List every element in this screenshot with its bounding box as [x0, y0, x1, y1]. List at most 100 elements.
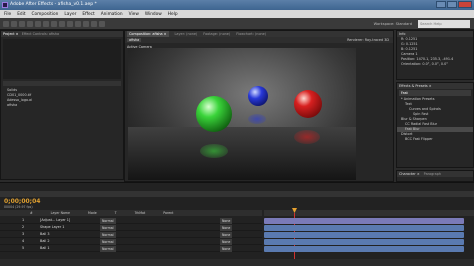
text-tool-icon[interactable] [67, 21, 73, 27]
tab-effects-presets[interactable]: Effects & Presets × [397, 83, 473, 89]
effects-search-input[interactable]: Fast [399, 90, 471, 96]
layer-mode-select[interactable]: Normal [100, 224, 116, 231]
blue-glass-ball [248, 86, 268, 106]
comp-name-tab[interactable]: afisha [127, 38, 142, 42]
layer-duration-bar[interactable] [264, 238, 464, 245]
col-header-t: T [114, 211, 117, 215]
floor-surface [128, 127, 356, 180]
tab-character[interactable]: Character × [399, 171, 420, 177]
project-search-input[interactable] [3, 81, 121, 86]
green-glass-ball [196, 96, 232, 132]
camera-tool-icon[interactable] [35, 21, 41, 27]
layer-number: 5 [22, 246, 25, 250]
project-tabs: Project × Effect Controls: afisha [1, 31, 123, 37]
character-panel: Character × Paragraph [396, 170, 474, 182]
timeline-frame-count: 00004 (29.97 fps) [4, 205, 33, 209]
search-help-input[interactable]: Search Help [418, 20, 470, 28]
eraser-tool-icon[interactable] [91, 21, 97, 27]
col-header-mode: Mode [87, 211, 97, 215]
window-title: Adobe After Effects - afisha_v0.1.aep * [10, 2, 97, 7]
effects-presets-panel: Effects & Presets × Fast * Animation Pre… [396, 82, 474, 168]
clone-stamp-tool-icon[interactable] [83, 21, 89, 27]
col-header-trkmat: TrkMat [134, 211, 146, 215]
layer-duration-bar[interactable] [264, 217, 464, 224]
puppet-tool-icon[interactable] [99, 21, 105, 27]
red-reflection [294, 130, 320, 144]
minimize-button[interactable] [436, 1, 446, 8]
maximize-button[interactable] [447, 1, 457, 8]
brush-tool-icon[interactable] [75, 21, 81, 27]
menu-view[interactable]: View [129, 12, 139, 17]
project-item-composition[interactable]: afisha [1, 103, 123, 108]
layer-parent-select[interactable]: None [220, 231, 233, 238]
close-button[interactable] [458, 1, 472, 8]
menu-layer[interactable]: Layer [64, 12, 76, 17]
menu-composition[interactable]: Composition [32, 12, 59, 17]
effects-item[interactable]: BCC Fast Flipper [397, 137, 473, 142]
layer-mode-select[interactable]: Normal [100, 245, 116, 252]
layer-name[interactable]: Ball 2 [40, 238, 50, 245]
layer-number: 2 [22, 225, 25, 229]
timeline-footer [0, 259, 474, 266]
layer-name[interactable]: Shape Layer 1 [40, 224, 64, 231]
layer-parent-select[interactable]: None [220, 245, 233, 252]
timeline-panel: 0;00;00;04 00004 (29.97 fps) # Layer Nam… [0, 182, 474, 266]
info-orientation: Orientation: 0.0°, 0.0°, 0.0° [401, 62, 448, 66]
renderer-control[interactable]: Renderer: Ray-traced 3D [347, 37, 389, 43]
timeline-timecode[interactable]: 0;00;00;04 [4, 198, 40, 205]
layer-number: 3 [22, 232, 25, 236]
zoom-tool-icon[interactable] [19, 21, 25, 27]
pan-behind-tool-icon[interactable] [43, 21, 49, 27]
hand-tool-icon[interactable] [11, 21, 17, 27]
layer-parent-select[interactable]: None [220, 224, 233, 231]
workspace-select[interactable]: Standard [396, 22, 412, 26]
timeline-layer-row[interactable]: 1 [Adjust... Layer 1] Normal None [0, 217, 262, 224]
timeline-layer-row[interactable]: 4 Ball 2 Normal None [0, 238, 262, 245]
col-header-number: # [30, 211, 33, 215]
menu-help[interactable]: Help [168, 12, 178, 17]
layer-duration-bar[interactable] [264, 245, 464, 252]
pen-tool-icon[interactable] [59, 21, 65, 27]
blue-reflection [248, 114, 266, 124]
character-tabs: Character × Paragraph [397, 171, 473, 177]
layer-number: 4 [22, 239, 25, 243]
tab-effect-controls[interactable]: Effect Controls: afisha [22, 32, 59, 36]
col-header-layer-name[interactable]: Layer Name [51, 210, 70, 216]
window-title-bar: Adobe After Effects - afisha_v0.1.aep * [0, 0, 474, 10]
mask-tool-icon[interactable] [51, 21, 57, 27]
layer-mode-select[interactable]: Normal [100, 217, 116, 224]
layer-duration-bar[interactable] [264, 224, 464, 231]
tools-panel: Workspace: Standard Search Help [0, 18, 474, 30]
timeline-layer-row[interactable]: 3 Ball 3 Normal None [0, 231, 262, 238]
renderer-value[interactable]: Ray-traced 3D [365, 38, 389, 42]
tab-project[interactable]: Project × [3, 32, 19, 36]
rotate-tool-icon[interactable] [27, 21, 33, 27]
selection-tool-icon[interactable] [3, 21, 9, 27]
project-panel: Project × Effect Controls: afisha Solids… [0, 30, 124, 180]
timeline-layer-row[interactable]: 2 Shape Layer 1 Normal None [0, 224, 262, 231]
menu-edit[interactable]: Edit [17, 12, 25, 17]
menu-file[interactable]: File [4, 12, 11, 17]
layer-name[interactable]: [Adjust... Layer 1] [40, 217, 70, 224]
layer-parent-select[interactable]: None [220, 238, 233, 245]
layer-parent-select[interactable]: None [220, 217, 233, 224]
layer-mode-select[interactable]: Normal [100, 231, 116, 238]
red-glass-ball [294, 90, 322, 118]
layer-mode-select[interactable]: Normal [100, 238, 116, 245]
workspace-label: Workspace: Standard [374, 20, 412, 28]
layer-name[interactable]: Ball 3 [40, 231, 50, 238]
layer-name[interactable]: Ball 1 [40, 245, 50, 252]
menu-animation[interactable]: Animation [101, 12, 123, 17]
col-header-parent: Parent [163, 211, 174, 215]
menu-bar: File Edit Composition Layer Effect Anima… [0, 10, 474, 18]
timeline-layer-row[interactable]: 5 Ball 1 Normal None [0, 245, 262, 252]
timeline-column-headers: # Layer Name Mode T TrkMat Parent [0, 210, 262, 216]
menu-window[interactable]: Window [145, 12, 162, 17]
tab-paragraph[interactable]: Paragraph [424, 171, 441, 177]
info-panel: Info R: 0.1251 G: 0.1251 B: 0.1251 Camer… [396, 30, 474, 80]
green-reflection [200, 144, 228, 158]
composition-viewer[interactable] [128, 48, 356, 180]
after-effects-logo-icon [2, 2, 8, 8]
menu-effect[interactable]: Effect [82, 12, 94, 17]
layer-duration-bar[interactable] [264, 231, 464, 238]
